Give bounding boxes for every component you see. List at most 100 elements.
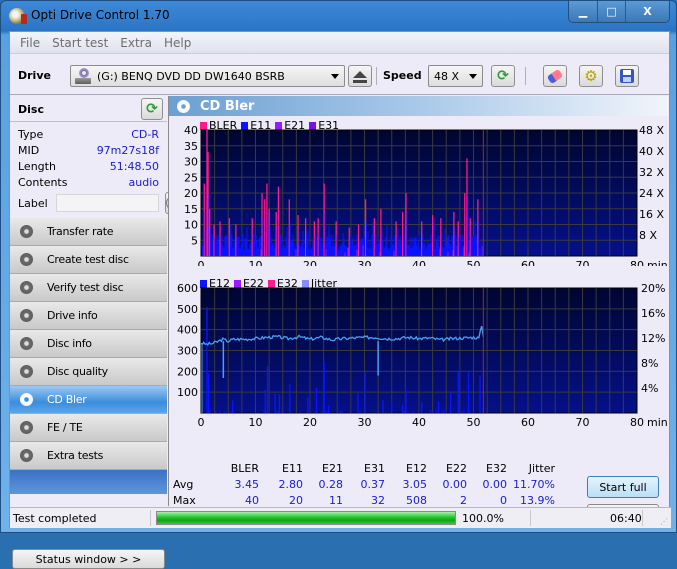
drive-select[interactable]: (G:) BENQ DVD DD DW1640 BSRB <box>70 65 345 87</box>
speed-select[interactable]: 48 X <box>428 65 483 87</box>
settings-button[interactable]: ⚙ <box>579 65 603 87</box>
stats-row-label: Avg <box>173 477 194 491</box>
stats-cell: 3.05 <box>402 477 428 491</box>
stats-column-header: Jitter <box>528 461 555 475</box>
stats-cell: 0 <box>500 493 507 507</box>
stats-cell: 0.00 <box>442 477 468 491</box>
bler-chart: 5 10 15 20 25 30 35 40 8 X 16 X 24 X 32 X 40 X 48 X 0 1… <box>184 124 668 266</box>
x-tick-label: 0 <box>198 259 205 266</box>
title-bar[interactable]: Opti Drive Control 1.70 ▁ □ X <box>1 1 676 31</box>
y2-tick-label: 32 X <box>639 166 664 179</box>
y-tick-label: 300 <box>177 345 198 358</box>
nav-item-drive-info[interactable]: Drive info <box>10 302 167 330</box>
x-tick-label: 80 <box>630 416 644 428</box>
menu-help[interactable]: Help <box>158 36 197 50</box>
disc-test-icon <box>20 281 33 294</box>
nav-item-fe-te[interactable]: FE / TE <box>10 414 167 442</box>
disc-row-mid: MID 97m27s18f <box>18 142 159 158</box>
nav-item-disc-quality[interactable]: Disc quality <box>10 358 167 386</box>
minimize-icon: ▁ <box>578 5 588 18</box>
start-full-button[interactable]: Start full <box>587 476 659 498</box>
stats-cell: 0.28 <box>318 477 344 491</box>
menu-file[interactable]: File <box>14 36 46 50</box>
stats-cell: 11 <box>329 493 343 507</box>
y-tick-label: 40 <box>184 124 198 137</box>
disc-test-icon <box>20 393 33 406</box>
maximize-button[interactable]: □ <box>597 1 625 22</box>
eject-button[interactable] <box>348 65 372 87</box>
menu-extra[interactable]: Extra <box>114 36 158 50</box>
disc-row-contents: Contents audio <box>18 174 159 190</box>
y2-tick-label: 48 X <box>639 124 664 137</box>
stats-row-label: Max <box>173 493 196 507</box>
nav-item-label: Extra tests <box>47 449 104 462</box>
save-button[interactable] <box>615 65 639 87</box>
y-tick-label: 10 <box>184 219 198 232</box>
nav-item-cd-bler[interactable]: CD Bler <box>10 386 167 414</box>
speed-label: Speed <box>383 69 422 82</box>
disc-row-value: audio <box>128 175 159 189</box>
app-logo-icon <box>9 8 27 24</box>
status-separator <box>642 510 643 526</box>
disc-label-label: Label <box>18 196 48 210</box>
stats-corner <box>173 460 201 476</box>
status-window-label: Status window > > <box>35 552 142 566</box>
nav-item-transfer-rate[interactable]: Transfer rate <box>10 218 167 246</box>
disc-row-label: Length <box>18 159 56 173</box>
main-title: CD Bler <box>200 98 255 114</box>
nav-item-label: Drive info <box>47 309 98 322</box>
stats-cell: 40 <box>245 493 259 507</box>
x-tick-label: 20 <box>303 416 317 428</box>
save-icon <box>620 69 634 83</box>
y-tick-label: 600 <box>177 282 198 295</box>
nav-item-label: CD Bler <box>47 393 87 406</box>
y-tick-label: 100 <box>177 386 198 399</box>
stats-column-header: E12 <box>406 461 427 475</box>
nav-item-verify-test-disc[interactable]: Verify test disc <box>10 274 167 302</box>
nav-item-label: Transfer rate <box>47 225 114 238</box>
x-tick-label: 40 <box>412 259 426 266</box>
nav-item-create-test-disc[interactable]: Create test disc <box>10 246 167 274</box>
status-window-button[interactable]: Status window > > <box>12 549 165 569</box>
y2-tick-label: 12% <box>641 332 665 345</box>
nav-item-label: Disc quality <box>47 365 108 378</box>
stats-cell: 0.37 <box>360 477 386 491</box>
x-tick-label: 70 <box>576 259 590 266</box>
nav-item-extra-tests[interactable]: Extra tests <box>10 442 167 470</box>
stats-cell: 13.9% <box>520 493 555 507</box>
stats-column-header: E32 <box>486 461 507 475</box>
disc-row-label: MID <box>18 143 40 157</box>
disc-test-icon <box>20 253 33 266</box>
status-bar: Test completed 100.0% 06:40 ⋰ <box>10 507 671 528</box>
menu-start-test[interactable]: Start test <box>46 36 114 50</box>
disc-row-value: 97m27s18f <box>96 143 159 157</box>
refresh-speed-button[interactable]: ⟳ <box>491 65 515 87</box>
minimize-button[interactable]: ▁ <box>569 1 597 22</box>
x-axis-label: min <box>647 416 668 428</box>
close-button[interactable]: X <box>625 1 669 22</box>
disc-info: Type CD-R MID 97m27s18f Length 51:48.50 … <box>10 122 181 214</box>
progress-percent: 100.0% <box>462 512 504 525</box>
x-tick-label: 60 <box>521 259 535 266</box>
y-tick-label: 400 <box>177 324 198 337</box>
y-tick-label: 5 <box>191 234 198 247</box>
y-tick-label: 25 <box>184 171 198 184</box>
left-panel: Disc ⟳ Type CD-R MID 97m27s18f Length 51… <box>10 96 181 569</box>
x-tick-label: 80 <box>630 259 644 266</box>
drive-select-value: (G:) BENQ DVD DD DW1640 BSRB <box>97 69 285 83</box>
disc-label-row: Label <box>18 192 181 214</box>
erase-button[interactable] <box>543 65 567 87</box>
nav-item-disc-info[interactable]: Disc info <box>10 330 167 358</box>
disc-test-icon <box>20 309 33 322</box>
progress-fill <box>157 512 455 524</box>
y2-tick-label: 24 X <box>639 187 664 200</box>
y2-tick-label: 8% <box>641 357 658 370</box>
y-tick-label: 20 <box>184 187 198 200</box>
disc-label-input[interactable] <box>55 194 159 212</box>
disc-refresh-button[interactable]: ⟳ <box>141 98 163 120</box>
stats-column-header: E31 <box>364 461 385 475</box>
stats-header-row: BLER E11 E21 E31 E12 E22 E32 Jitter <box>173 460 555 476</box>
status-separator <box>150 510 151 526</box>
resize-grip-icon[interactable]: ⋰ <box>660 517 668 526</box>
chevron-down-icon <box>331 74 339 79</box>
